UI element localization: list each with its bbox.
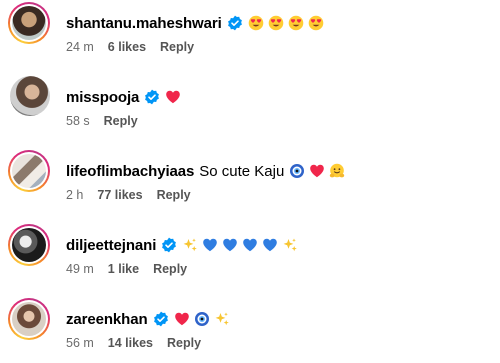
comment-item: diljeettejnani 49 m 1 like Reply [0, 224, 500, 280]
comment-item: zareenkhan 56 m 14 likes Reply [0, 298, 500, 354]
red-heart-icon [309, 163, 325, 179]
likes-count[interactable]: 14 likes [108, 336, 153, 350]
comment-item: lifeoflimbachyiaas So cute Kaju 2 h 77 l… [0, 150, 500, 206]
sparkles-icon [282, 237, 298, 253]
avatar[interactable] [8, 2, 50, 44]
comment-time: 56 m [66, 336, 94, 350]
verified-badge-icon [162, 237, 177, 253]
avatar[interactable] [10, 76, 50, 116]
comment-time: 58 s [66, 114, 90, 128]
blue-heart-icon [202, 237, 218, 253]
comment-time: 24 m [66, 40, 94, 54]
reply-button[interactable]: Reply [160, 40, 194, 54]
likes-count[interactable]: 1 like [108, 262, 139, 276]
hugging-face-icon [329, 163, 345, 179]
blue-heart-icon [222, 237, 238, 253]
heart-eyes-icon [268, 15, 284, 31]
verified-badge-icon [227, 15, 242, 31]
reply-button[interactable]: Reply [104, 114, 138, 128]
reply-button[interactable]: Reply [167, 336, 201, 350]
avatar[interactable] [8, 150, 50, 192]
comment-item: shantanu.maheshwari 24 m 6 likes Reply [0, 2, 500, 58]
username[interactable]: misspooja [66, 89, 139, 106]
reply-button[interactable]: Reply [157, 188, 191, 202]
red-heart-icon [174, 311, 190, 327]
verified-badge-icon [145, 89, 160, 105]
heart-eyes-icon [248, 15, 264, 31]
username[interactable]: shantanu.maheshwari [66, 15, 222, 32]
heart-eyes-icon [308, 15, 324, 31]
comment-time: 49 m [66, 262, 94, 276]
sparkles-icon [182, 237, 198, 253]
nazar-amulet-icon [194, 311, 210, 327]
blue-heart-icon [242, 237, 258, 253]
sparkles-icon [214, 311, 230, 327]
nazar-amulet-icon [289, 163, 305, 179]
username[interactable]: diljeettejnani [66, 237, 156, 254]
blue-heart-icon [262, 237, 278, 253]
heart-eyes-icon [288, 15, 304, 31]
reply-button[interactable]: Reply [153, 262, 187, 276]
verified-badge-icon [153, 311, 168, 327]
avatar[interactable] [8, 298, 50, 340]
comment-time: 2 h [66, 188, 84, 202]
likes-count[interactable]: 77 likes [97, 188, 142, 202]
comment-text: So cute Kaju [199, 162, 285, 180]
avatar[interactable] [8, 224, 50, 266]
comment-item: misspooja 58 s Reply [0, 76, 500, 132]
likes-count[interactable]: 6 likes [108, 40, 146, 54]
username[interactable]: zareenkhan [66, 311, 148, 328]
red-heart-icon [165, 89, 181, 105]
username[interactable]: lifeoflimbachyiaas [66, 163, 194, 180]
